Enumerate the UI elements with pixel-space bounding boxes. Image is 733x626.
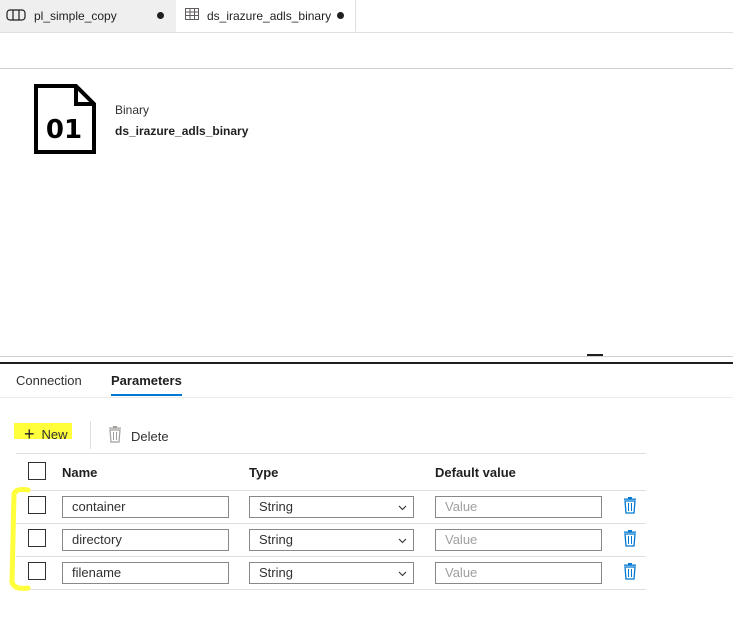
binary-file-icon: 01 — [34, 84, 96, 154]
delete-button-label: Delete — [131, 428, 169, 444]
unsaved-dot-icon — [337, 12, 344, 19]
parameter-name-input[interactable]: filename — [62, 562, 229, 584]
default-value-input[interactable]: Value — [435, 562, 602, 584]
table-icon — [185, 8, 199, 23]
parameter-type-select[interactable]: String — [249, 529, 414, 551]
pane-resize-handle[interactable] — [587, 354, 603, 356]
dataset-name: ds_irazure_adls_binary — [115, 124, 249, 138]
pane-divider — [0, 356, 733, 357]
pipeline-icon — [6, 8, 26, 24]
binary-icon-text: 01 — [46, 115, 82, 145]
column-header-type: Type — [249, 465, 279, 480]
chevron-down-icon — [398, 538, 407, 544]
toolbar-separator — [90, 421, 91, 449]
delete-parameter-button[interactable]: Delete — [108, 426, 169, 446]
tab-connection[interactable]: Connection — [16, 373, 82, 388]
column-header-default-value: Default value — [435, 465, 516, 480]
row-divider — [16, 490, 646, 491]
grid-top-border — [16, 453, 646, 454]
new-parameter-button[interactable]: + New — [24, 424, 68, 444]
delete-row-trash-icon[interactable] — [623, 497, 637, 514]
tab-label: pl_simple_copy — [34, 9, 117, 23]
chevron-down-icon — [398, 505, 407, 511]
new-button-label: New — [41, 426, 68, 442]
active-tab-indicator — [111, 394, 182, 396]
row-divider — [16, 523, 646, 524]
trash-icon — [108, 426, 122, 446]
parameter-type-select[interactable]: String — [249, 562, 414, 584]
tab-pl-simple-copy[interactable]: pl_simple_copy — [0, 0, 176, 32]
default-value-input[interactable]: Value — [435, 496, 602, 518]
selected-type: String — [259, 565, 293, 580]
row-divider — [16, 556, 646, 557]
tab-parameters[interactable]: Parameters — [111, 373, 182, 388]
unsaved-dot-icon — [157, 12, 164, 19]
highlight-bracket — [8, 486, 32, 592]
tabs-divider — [0, 397, 733, 398]
delete-row-trash-icon[interactable] — [623, 530, 637, 547]
parameter-name-input[interactable]: directory — [62, 529, 229, 551]
parameter-name-input[interactable]: container — [62, 496, 229, 518]
select-all-checkbox[interactable] — [28, 462, 46, 480]
delete-row-trash-icon[interactable] — [623, 563, 637, 580]
editor-tab-bar: pl_simple_copy ds_irazure_adls_binary — [0, 0, 733, 32]
column-header-name: Name — [62, 465, 98, 480]
parameter-type-select[interactable]: String — [249, 496, 414, 518]
plus-icon: + — [24, 424, 35, 444]
selected-type: String — [259, 499, 293, 514]
tab-ds-irazure-adls-binary[interactable]: ds_irazure_adls_binary — [177, 0, 356, 32]
tabbar-divider — [0, 32, 733, 33]
dataset-type: Binary — [115, 103, 150, 117]
chevron-down-icon — [398, 571, 407, 577]
tab-label: ds_irazure_adls_binary — [207, 8, 332, 23]
toolbar-divider — [0, 68, 733, 69]
selected-type: String — [259, 532, 293, 547]
properties-pane-border — [0, 362, 733, 364]
row-divider — [16, 589, 646, 590]
default-value-input[interactable]: Value — [435, 529, 602, 551]
